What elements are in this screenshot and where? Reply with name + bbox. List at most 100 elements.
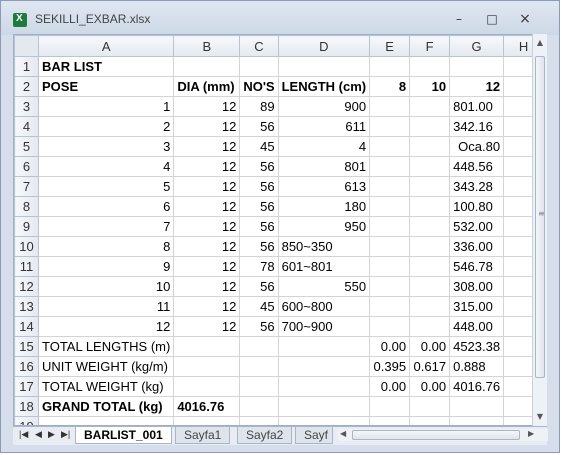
cell-b14[interactable]: 12 xyxy=(173,316,241,337)
cell-g3[interactable]: 801.00 xyxy=(449,96,505,117)
column-header-b[interactable]: B xyxy=(173,35,241,57)
cell-f8[interactable] xyxy=(409,196,451,217)
cell-c18[interactable] xyxy=(239,396,279,417)
cell-a10[interactable]: 8 xyxy=(37,236,175,257)
scroll-down-icon[interactable]: ▼ xyxy=(533,410,547,424)
cell-a4[interactable]: 2 xyxy=(37,116,175,137)
cell-e5[interactable] xyxy=(369,136,411,157)
cell-g16[interactable]: 0.888 xyxy=(449,356,505,377)
spreadsheet-grid[interactable]: A B C D E F G H 1 BAR LIST 2 POSE DIA (mm) NO… xyxy=(13,34,547,426)
tab-sayfa2[interactable]: Sayfa2 xyxy=(237,427,293,444)
cell-d9[interactable]: 950 xyxy=(277,216,371,237)
row-header[interactable]: 19 xyxy=(14,416,39,425)
cell-g10[interactable]: 336.00 xyxy=(449,236,505,257)
cell-b12[interactable]: 12 xyxy=(173,276,241,297)
column-header-a[interactable]: A xyxy=(37,35,175,57)
cell-g17[interactable]: 4016.76 xyxy=(449,376,505,397)
cell-b7[interactable]: 12 xyxy=(173,176,241,197)
cell-g9[interactable]: 532.00 xyxy=(449,216,505,237)
cell-a3[interactable]: 1 xyxy=(37,96,175,117)
cell-f10[interactable] xyxy=(409,236,451,257)
cell-d15[interactable] xyxy=(277,336,371,357)
cell-c7[interactable]: 56 xyxy=(239,176,279,197)
cell-c9[interactable]: 56 xyxy=(239,216,279,237)
cell-g13[interactable]: 315.00 xyxy=(449,296,505,317)
cell-b13[interactable]: 12 xyxy=(173,296,241,317)
cell-b4[interactable]: 12 xyxy=(173,116,241,137)
cell-e19[interactable] xyxy=(369,416,411,425)
cell-e16[interactable]: 0.395 xyxy=(369,356,411,377)
cell-d18[interactable] xyxy=(277,396,371,417)
row-header[interactable]: 17 xyxy=(14,376,39,397)
cell-b9[interactable]: 12 xyxy=(173,216,241,237)
cell-d2[interactable]: LENGTH (cm) xyxy=(277,76,371,97)
cell-c14[interactable]: 56 xyxy=(239,316,279,337)
cell-g4[interactable]: 342.16 xyxy=(449,116,505,137)
cell-e3[interactable] xyxy=(369,96,411,117)
cell-g15[interactable]: 4523.38 xyxy=(449,336,505,357)
last-sheet-icon[interactable]: ▶| xyxy=(61,429,70,440)
cell-b6[interactable]: 12 xyxy=(173,156,241,177)
cell-d1[interactable] xyxy=(277,56,371,77)
cell-b2[interactable]: DIA (mm) xyxy=(173,76,241,97)
cell-b3[interactable]: 12 xyxy=(173,96,241,117)
row-header[interactable]: 11 xyxy=(14,256,39,277)
title-bar[interactable]: SEKILLI_EXBAR.xlsx – □ × xyxy=(1,1,559,35)
cell-e15[interactable]: 0.00 xyxy=(369,336,411,357)
scroll-left-icon[interactable]: ◀ xyxy=(340,429,346,438)
scroll-right-icon[interactable]: ▶ xyxy=(528,429,534,438)
cell-a5[interactable]: 3 xyxy=(37,136,175,157)
cell-e8[interactable] xyxy=(369,196,411,217)
cell-g6[interactable]: 448.56 xyxy=(449,156,505,177)
cell-g1[interactable] xyxy=(449,56,505,77)
cell-b11[interactable]: 12 xyxy=(173,256,241,277)
cell-e1[interactable] xyxy=(369,56,411,77)
cell-d19[interactable] xyxy=(277,416,371,425)
cell-a6[interactable]: 4 xyxy=(37,156,175,177)
row-header[interactable]: 5 xyxy=(14,136,39,157)
cell-d13[interactable]: 600~800 xyxy=(277,296,371,317)
cell-g19[interactable] xyxy=(449,416,505,425)
cell-c1[interactable] xyxy=(239,56,279,77)
cell-a18[interactable]: GRAND TOTAL (kg) xyxy=(37,396,175,417)
tab-sayfa3[interactable]: Sayf xyxy=(295,427,333,444)
row-header[interactable]: 12 xyxy=(14,276,39,297)
cell-f17[interactable]: 0.00 xyxy=(409,376,451,397)
cell-a15[interactable]: TOTAL LENGTHS (m) xyxy=(37,336,175,357)
cell-f19[interactable] xyxy=(409,416,451,425)
cell-f16[interactable]: 0.617 xyxy=(409,356,451,377)
cell-f6[interactable] xyxy=(409,156,451,177)
cell-a7[interactable]: 5 xyxy=(37,176,175,197)
row-header[interactable]: 14 xyxy=(14,316,39,337)
cell-a8[interactable]: 6 xyxy=(37,196,175,217)
prev-sheet-icon[interactable]: ◀ xyxy=(35,429,42,440)
cell-g7[interactable]: 343.28 xyxy=(449,176,505,197)
cell-b1[interactable] xyxy=(173,56,241,77)
cell-f4[interactable] xyxy=(409,116,451,137)
cell-a1[interactable]: BAR LIST xyxy=(37,56,175,77)
cell-d10[interactable]: 850~350 xyxy=(277,236,371,257)
cell-e12[interactable] xyxy=(369,276,411,297)
cell-a13[interactable]: 11 xyxy=(37,296,175,317)
cell-e17[interactable]: 0.00 xyxy=(369,376,411,397)
cell-d11[interactable]: 601~801 xyxy=(277,256,371,277)
row-header[interactable]: 4 xyxy=(14,116,39,137)
cell-d12[interactable]: 550 xyxy=(277,276,371,297)
cell-e9[interactable] xyxy=(369,216,411,237)
cell-f14[interactable] xyxy=(409,316,451,337)
cell-g11[interactable]: 546.78 xyxy=(449,256,505,277)
cell-g14[interactable]: 448.00 xyxy=(449,316,505,337)
next-sheet-icon[interactable]: ▶ xyxy=(48,429,55,440)
cell-g5[interactable]: Oca.80 xyxy=(449,136,505,157)
row-header[interactable]: 18 xyxy=(14,396,39,417)
cell-e10[interactable] xyxy=(369,236,411,257)
cell-g12[interactable]: 308.00 xyxy=(449,276,505,297)
cell-e18[interactable] xyxy=(369,396,411,417)
tab-barlist-001[interactable]: BARLIST_001 xyxy=(75,427,172,444)
row-header[interactable]: 16 xyxy=(14,356,39,377)
cell-f1[interactable] xyxy=(409,56,451,77)
cell-f11[interactable] xyxy=(409,256,451,277)
cell-b17[interactable] xyxy=(173,376,241,397)
cell-e14[interactable] xyxy=(369,316,411,337)
cell-g2[interactable]: 12 xyxy=(449,76,505,97)
